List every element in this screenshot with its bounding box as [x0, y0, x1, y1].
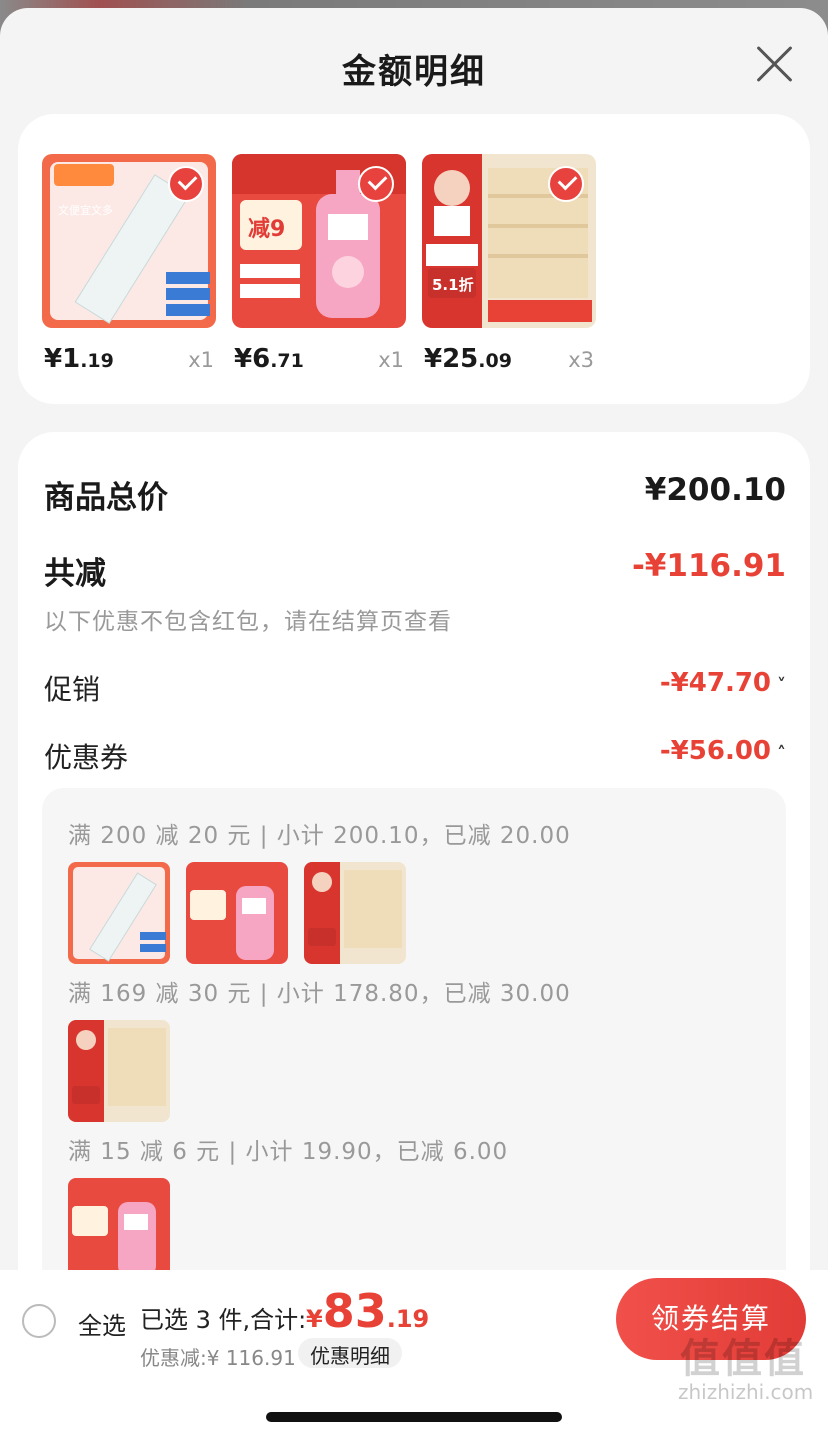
product-qty: x3: [568, 348, 594, 372]
promo-row[interactable]: 促销 -¥47.70 ˅: [44, 668, 786, 708]
product-card: 文便宜文多 ¥1.19 x1 减9 ¥6.71 x1 5.1折 ¥25.09 x…: [18, 114, 810, 404]
promo-value: -¥47.70: [659, 668, 771, 698]
selected-check-icon[interactable]: [548, 166, 584, 202]
promo-label: 促销: [44, 673, 101, 706]
home-indicator[interactable]: [266, 1412, 562, 1422]
product-qty: x1: [188, 348, 214, 372]
product-thumbnail: 5.1折: [422, 154, 596, 328]
total-reduce-value: -¥116.91: [631, 548, 786, 584]
product-item[interactable]: 5.1折 ¥25.09 x3: [422, 154, 596, 382]
watermark-url: zhizhizhi.com: [678, 1380, 814, 1404]
coupon-value: -¥56.00: [659, 736, 771, 766]
coupon-product-thumbnail: [68, 862, 170, 964]
svg-text:5.1折: 5.1折: [432, 276, 474, 294]
total-amount: ¥83.19: [306, 1284, 430, 1338]
total-price-row: 商品总价 ¥200.10: [44, 472, 786, 517]
checkout-bar: 全选 已选 3 件,合计: ¥83.19 优惠减:¥ 116.91 优惠明细 领…: [0, 1270, 828, 1442]
amount-detail-sheet: 金额明细 文便宜文多 ¥1.19 x1 减9 ¥6.71 x1 5.1折 ¥25…: [0, 8, 828, 1442]
selected-check-icon[interactable]: [168, 166, 204, 202]
coupon-product-thumbnail: [68, 1178, 170, 1280]
product-price: ¥1.19: [44, 344, 114, 374]
selected-count: 已选 3 件,合计:: [140, 1306, 307, 1334]
total-price-label: 商品总价: [44, 480, 168, 516]
product-qty: x1: [378, 348, 404, 372]
coupon-product-thumbnail: [68, 1020, 170, 1122]
coupon-product-thumbnail: [304, 862, 406, 964]
svg-text:文便宜文多: 文便宜文多: [58, 203, 113, 217]
product-price: ¥6.71: [234, 344, 304, 374]
discount-detail-link[interactable]: 优惠明细: [298, 1338, 402, 1368]
product-thumbnail: 文便宜文多: [42, 154, 216, 328]
product-item[interactable]: 文便宜文多 ¥1.19 x1: [42, 154, 216, 382]
chevron-up-icon: ˄: [777, 743, 786, 764]
close-icon[interactable]: [754, 44, 794, 84]
total-reduce-label: 共减: [44, 556, 106, 592]
discount-summary: 优惠减:¥ 116.91: [140, 1346, 296, 1370]
total-price-value: ¥200.10: [644, 472, 786, 508]
coupon-row[interactable]: 优惠券 -¥56.00 ˄: [44, 736, 786, 776]
select-all-label[interactable]: 全选: [78, 1306, 126, 1341]
coupon-rule: 满 169 减 30 元 | 小计 178.80，已减 30.00: [68, 981, 571, 1007]
discount-note: 以下优惠不包含红包，请在结算页查看: [44, 609, 452, 635]
svg-text:减9: 减9: [248, 216, 285, 242]
coupon-product-thumbnail: [186, 862, 288, 964]
selected-check-icon[interactable]: [358, 166, 394, 202]
product-price: ¥25.09: [424, 344, 512, 374]
coupon-label: 优惠券: [44, 741, 129, 774]
watermark-logo: 值值值: [680, 1336, 806, 1382]
product-thumbnail: 减9: [232, 154, 406, 328]
coupon-rule: 满 15 减 6 元 | 小计 19.90，已减 6.00: [68, 1139, 509, 1165]
total-reduce-row: 共减 -¥116.91: [44, 548, 786, 593]
select-all-radio[interactable]: [22, 1304, 56, 1338]
chevron-down-icon: ˅: [777, 675, 786, 696]
sheet-title: 金额明细: [342, 52, 486, 92]
coupon-rule: 满 200 减 20 元 | 小计 200.10，已减 20.00: [68, 823, 571, 849]
product-item[interactable]: 减9 ¥6.71 x1: [232, 154, 406, 382]
